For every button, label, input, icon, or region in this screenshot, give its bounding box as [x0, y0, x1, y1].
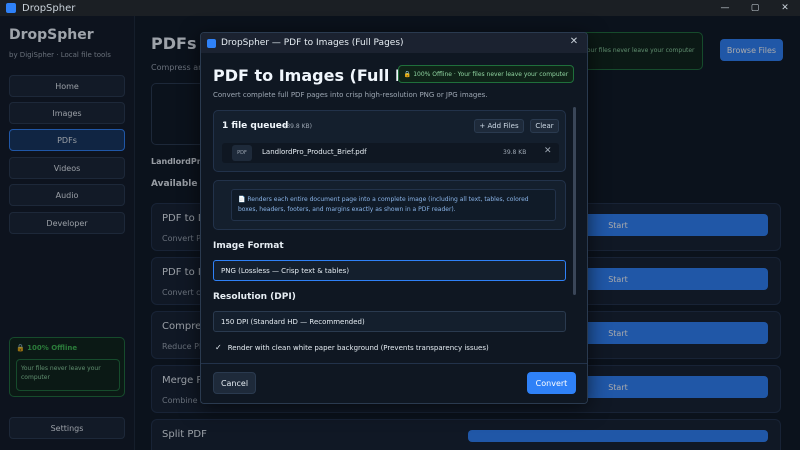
pdf-file-icon: PDF: [232, 145, 252, 161]
dialog-title: PDF to Images (Full Pag: [213, 66, 398, 85]
maximize-button[interactable]: ▢: [740, 0, 770, 16]
info-text: 📄 Renders each entire document page into…: [231, 189, 556, 221]
window-controls: — ▢ ✕: [710, 0, 800, 16]
image-format-label: Image Format: [213, 241, 284, 251]
add-files-button[interactable]: + Add Files: [474, 119, 524, 133]
dialog-footer: Cancel Convert: [201, 363, 587, 403]
queue-size: (39.8 KB): [284, 123, 312, 130]
image-format-select[interactable]: PNG (Lossless — Crisp text & tables): [213, 260, 566, 281]
dialog-scrollbar[interactable]: [573, 107, 576, 295]
file-name: LandlordPro_Product_Brief.pdf: [262, 148, 367, 156]
window-title: DropSpher: [22, 2, 76, 14]
cancel-button[interactable]: Cancel: [213, 372, 256, 394]
remove-file-icon[interactable]: ✕: [544, 146, 552, 156]
white-background-checkbox[interactable]: ✓ Render with clean white paper backgrou…: [215, 343, 489, 352]
minimize-button[interactable]: —: [710, 0, 740, 16]
checkmark-icon: ✓: [215, 343, 222, 352]
convert-button[interactable]: Convert: [527, 372, 576, 394]
pdf-to-images-dialog: DropSpher — PDF to Images (Full Pages) ✕…: [200, 32, 588, 404]
offline-badge: 🔒 100% Offline · Your files never leave …: [398, 65, 574, 83]
info-panel: 📄 Renders each entire document page into…: [213, 180, 566, 230]
resolution-label: Resolution (DPI): [213, 292, 296, 302]
checkbox-label: Render with clean white paper background…: [227, 343, 489, 352]
dialog-subtitle: Convert complete full PDF pages into cri…: [213, 91, 488, 99]
file-size: 39.8 KB: [503, 149, 527, 156]
dialog-titlebar: DropSpher — PDF to Images (Full Pages) ✕: [201, 33, 587, 53]
close-icon[interactable]: ✕: [567, 36, 581, 47]
file-queue: 1 file queued (39.8 KB) + Add Files Clea…: [213, 110, 566, 172]
list-item: PDF LandlordPro_Product_Brief.pdf 39.8 K…: [222, 143, 559, 163]
app-icon: [6, 3, 16, 13]
clear-button[interactable]: Clear: [530, 119, 559, 133]
dialog-window-title: DropSpher — PDF to Images (Full Pages): [221, 38, 404, 48]
queue-count: 1 file queued: [222, 121, 289, 131]
window-titlebar: DropSpher — ▢ ✕: [0, 0, 800, 16]
resolution-select[interactable]: 150 DPI (Standard HD — Recommended): [213, 311, 566, 332]
app-icon: [207, 38, 216, 48]
close-window-button[interactable]: ✕: [770, 0, 800, 16]
